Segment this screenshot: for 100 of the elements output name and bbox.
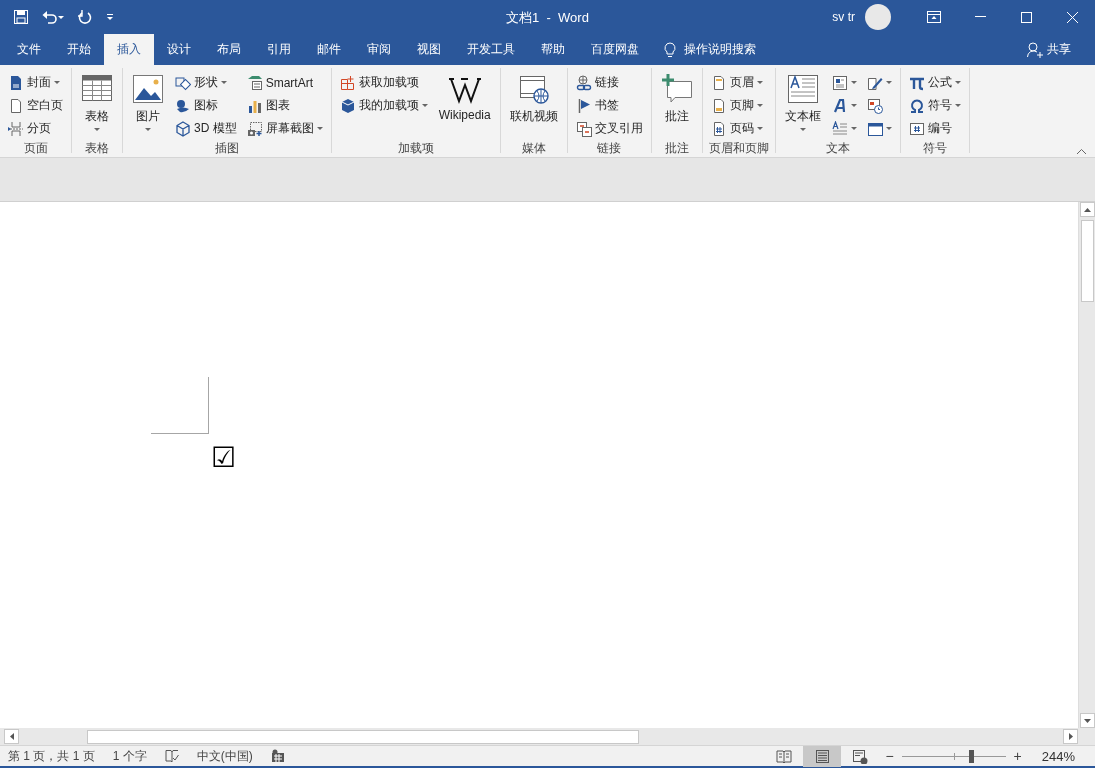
ribbon-tab[interactable]: 帮助 [528, 34, 578, 65]
caret-icon [54, 80, 60, 85]
zoom-in-button[interactable]: + [1007, 748, 1028, 764]
caret-icon [316, 126, 323, 131]
icons-button[interactable]: 图标 [173, 94, 239, 117]
window-title: 文档1 - Word [506, 10, 589, 25]
film-globe-icon [517, 73, 550, 105]
omega-icon [908, 97, 925, 114]
group-label: 批注 [663, 140, 690, 156]
add-ins-grid-button[interactable]: 获取加载项 [337, 71, 430, 94]
quick-parts-icon [831, 74, 848, 91]
ribbon-tab[interactable]: 开发工具 [454, 34, 528, 65]
cover-page-button[interactable]: 封面 [6, 71, 65, 94]
ribbon-tab[interactable]: 百度网盘 [578, 34, 652, 65]
pi-button[interactable]: 公式 [906, 71, 963, 94]
zoom-out-button[interactable]: − [879, 748, 900, 764]
zoom-level[interactable]: 244% [1041, 748, 1075, 764]
collapse-ribbon-icon[interactable] [1076, 148, 1087, 155]
header-page-button[interactable]: 页眉 [708, 71, 769, 94]
caret-icon [756, 103, 763, 108]
bookmark-flag-button[interactable]: 书签 [573, 94, 645, 117]
language[interactable]: 中文(中国) [196, 747, 253, 765]
date-time-icon [866, 97, 883, 114]
blank-page-button[interactable]: 空白页 [6, 94, 65, 117]
caret-icon [94, 128, 100, 132]
undo-icon[interactable] [42, 10, 64, 24]
scroll-right-icon[interactable] [1063, 729, 1078, 744]
save-icon[interactable] [14, 10, 28, 24]
cross-reference-button[interactable]: 交叉引用 [573, 117, 645, 140]
avatar[interactable] [865, 4, 891, 30]
scroll-down-icon[interactable] [1079, 713, 1095, 728]
search-tell-me-field[interactable]: 操作说明搜索 [684, 41, 756, 58]
icons-icon [175, 97, 191, 114]
group-label: 插图 [213, 140, 240, 156]
screenshot-icon [246, 120, 263, 137]
group-label: 表格 [84, 140, 110, 156]
ribbon-tab[interactable]: 开始 [54, 34, 104, 65]
screenshot-button[interactable]: 屏幕截图 [244, 117, 325, 140]
scroll-up-icon[interactable] [1079, 202, 1095, 217]
page-break-button[interactable]: 分页 [6, 117, 65, 140]
numbering-button[interactable]: 编号 [906, 117, 963, 140]
user-name: sv tr [832, 10, 855, 24]
macro-recording-icon[interactable] [270, 749, 285, 763]
table-button[interactable]: 表格 [78, 71, 116, 140]
shapes-button[interactable]: 形状 [173, 71, 239, 94]
scroll-thumb[interactable] [1080, 220, 1094, 302]
ribbon-tab[interactable]: 布局 [204, 34, 254, 65]
ribbon-tab[interactable]: 插入 [104, 34, 154, 65]
cross-reference-icon [575, 120, 592, 137]
blank-page-icon [8, 97, 24, 114]
page-number-button[interactable]: 页码 [708, 117, 769, 140]
footer-page-button[interactable]: 页脚 [708, 94, 769, 117]
group-label: 加载项 [396, 140, 435, 156]
ribbon-tab[interactable]: 视图 [404, 34, 454, 65]
text-box-icon [786, 73, 819, 105]
group-label: 链接 [596, 140, 623, 156]
comment-add-button[interactable]: 批注 [657, 71, 696, 140]
caret-icon [799, 128, 806, 132]
caret-icon [954, 103, 961, 108]
text-box-button[interactable]: 文本框 [781, 71, 824, 140]
bar-chart-button[interactable]: 图表 [244, 94, 325, 117]
link-globe-button[interactable]: 链接 [573, 71, 645, 94]
cube-button[interactable]: 3D 模型 [173, 117, 239, 140]
print-layout-button[interactable] [803, 745, 842, 767]
numbering-icon [908, 120, 925, 137]
page-count[interactable]: 第 1 页，共 1 页 [8, 747, 95, 765]
object-window-icon [866, 120, 883, 137]
scroll-left-icon[interactable] [4, 729, 19, 744]
wordart-icon [831, 97, 848, 114]
cube-icon [339, 97, 356, 114]
customize-toolbar-icon[interactable] [106, 13, 114, 21]
smartart-button[interactable]: SmartArt [244, 71, 325, 94]
caret-icon [954, 80, 961, 85]
ribbon-tab[interactable]: 审阅 [354, 34, 404, 65]
smartart-icon [246, 74, 263, 91]
cube-button[interactable]: 我的加载项 [337, 94, 430, 117]
web-layout-icon [852, 748, 869, 764]
caret-icon [756, 80, 763, 85]
caret-icon [850, 103, 857, 108]
ribbon-tab[interactable]: 文件 [4, 34, 54, 65]
share-button[interactable]: 共享 [1027, 34, 1071, 65]
redo-icon[interactable] [78, 10, 92, 24]
zoom-slider-thumb[interactable] [968, 749, 974, 763]
ribbon-tab[interactable]: 引用 [254, 34, 304, 65]
proofing-book-icon[interactable] [164, 749, 179, 763]
add-ins-grid-icon [339, 74, 356, 91]
ribbon-tab[interactable]: 设计 [154, 34, 204, 65]
word-count[interactable]: 1 个字 [112, 747, 147, 765]
cube-icon [175, 120, 191, 137]
link-globe-icon [575, 74, 592, 91]
film-globe-button[interactable]: 联机视频 [506, 71, 561, 140]
scroll-thumb[interactable] [87, 729, 639, 744]
picture-button[interactable]: 图片 [129, 71, 167, 140]
caret-icon [885, 80, 892, 85]
wikipedia-w-button[interactable]: Wikipedia [435, 71, 494, 140]
ribbon-tab[interactable]: 邮件 [304, 34, 354, 65]
omega-button[interactable]: 符号 [906, 94, 963, 117]
checkbox-symbol: ☑ [211, 442, 237, 474]
lightbulb-icon [664, 41, 676, 58]
caret-icon [421, 103, 428, 108]
